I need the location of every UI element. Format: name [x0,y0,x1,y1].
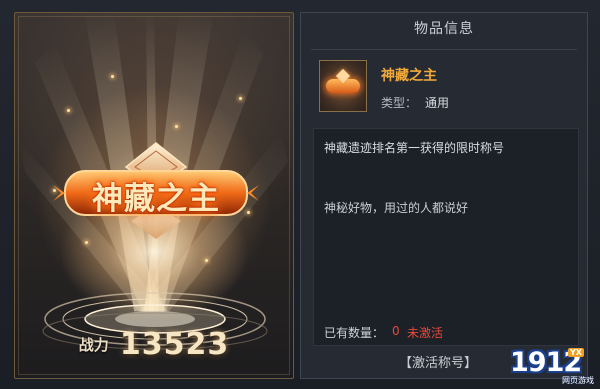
item-type-value: 通用 [425,96,450,110]
game-screen: 神藏之主 战力 13523 物品信息 神藏之主 类型： 通用 神藏遗迹排名第一获… [0,0,600,389]
activation-status: 未激活 [407,326,444,340]
owned-count-label: 已有数量： [324,326,385,340]
sparkle [85,241,88,244]
activate-title-button[interactable]: 【激活称号】 [399,352,477,371]
sparkle [239,97,242,100]
title-emblem: 神藏之主 [51,141,261,241]
watermark-subtitle: 网页游戏 [562,376,594,385]
site-watermark-logo: 1912 YX 网页游戏 [510,347,596,387]
watermark-badge: YX [568,348,584,357]
item-type-label: 类型： [381,96,418,110]
owned-count-value: 0 [392,324,400,338]
title-showcase-panel: 神藏之主 战力 13523 [14,12,294,379]
sparkle [175,125,178,128]
title-name-text: 神藏之主 [92,181,220,217]
title-divider [311,49,577,50]
panel-title: 物品信息 [414,21,474,37]
item-thumbnail[interactable] [319,60,367,112]
item-name: 神藏之主 [381,68,437,84]
item-info-panel: 物品信息 神藏之主 类型： 通用 神藏遗迹排名第一获得的限时称号 神秘好物，用过… [300,12,588,379]
sparkle [205,259,208,262]
sparkle [111,75,114,78]
combat-power-value: 13523 [119,327,230,362]
sparkle [67,109,70,112]
description-box: 神藏遗迹排名第一获得的限时称号 神秘好物，用过的人都说好 已有数量： 0 未激活 [313,128,579,346]
description-source: 神藏遗迹排名第一获得的限时称号 [324,141,505,155]
combat-power: 战力 13523 [15,327,293,362]
description-flavor: 神秘好物，用过的人都说好 [324,201,469,215]
combat-power-label: 战力 [78,336,109,354]
